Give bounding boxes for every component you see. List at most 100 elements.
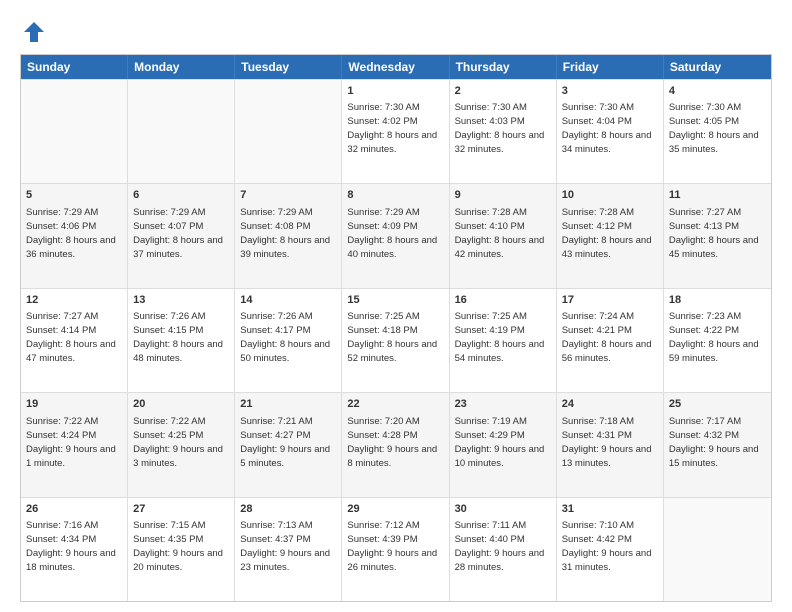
- cal-cell-0-1: [128, 80, 235, 183]
- cell-text: Sunrise: 7:29 AM Sunset: 4:06 PM Dayligh…: [26, 207, 116, 260]
- cell-text: Sunrise: 7:10 AM Sunset: 4:42 PM Dayligh…: [562, 520, 652, 573]
- cal-row-3: 19 Sunrise: 7:22 AM Sunset: 4:24 PM Dayli…: [21, 392, 771, 496]
- day-number: 26: [26, 502, 122, 517]
- cal-cell-4-5: 31Sunrise: 7:10 AM Sunset: 4:42 PM Dayli…: [557, 498, 664, 601]
- day-number: 18: [669, 293, 766, 308]
- day-number: 4: [669, 84, 766, 99]
- day-number: 22: [347, 397, 443, 412]
- cell-text: Sunrise: 7:21 AM Sunset: 4:27 PM Dayligh…: [240, 416, 330, 469]
- cell-text: Sunrise: 7:30 AM Sunset: 4:02 PM Dayligh…: [347, 102, 437, 155]
- cell-text: Sunrise: 7:24 AM Sunset: 4:21 PM Dayligh…: [562, 311, 652, 364]
- day-number: 6: [133, 188, 229, 203]
- cell-text: Sunrise: 7:23 AM Sunset: 4:22 PM Dayligh…: [669, 311, 759, 364]
- day-number: 9: [455, 188, 551, 203]
- day-number: 29: [347, 502, 443, 517]
- day-number: 8: [347, 188, 443, 203]
- cal-row-0: 1 Sunrise: 7:30 AM Sunset: 4:02 PM Daylig…: [21, 79, 771, 183]
- calendar: SundayMondayTuesdayWednesdayThursdayFrid…: [20, 54, 772, 602]
- header-day-monday: Monday: [128, 55, 235, 79]
- cal-cell-2-3: 15 Sunrise: 7:25 AM Sunset: 4:18 PM Dayli…: [342, 289, 449, 392]
- cell-text: Sunrise: 7:19 AM Sunset: 4:29 PM Dayligh…: [455, 416, 545, 469]
- header: [20, 18, 772, 46]
- day-number: 3: [562, 84, 658, 99]
- cell-text: Sunrise: 7:27 AM Sunset: 4:13 PM Dayligh…: [669, 207, 759, 260]
- day-number: 2: [455, 84, 551, 99]
- day-number: 15: [347, 293, 443, 308]
- cal-row-4: 26 Sunrise: 7:16 AM Sunset: 4:34 PM Dayli…: [21, 497, 771, 601]
- cell-text: Sunrise: 7:29 AM Sunset: 4:08 PM Dayligh…: [240, 207, 330, 260]
- cal-cell-3-6: 25 Sunrise: 7:17 AM Sunset: 4:32 PM Dayli…: [664, 393, 771, 496]
- day-number: 1: [347, 84, 443, 99]
- page: SundayMondayTuesdayWednesdayThursdayFrid…: [0, 0, 792, 612]
- cell-text: Sunrise: 7:11 AM Sunset: 4:40 PM Dayligh…: [455, 520, 545, 573]
- cal-cell-4-6: [664, 498, 771, 601]
- cell-text: Sunrise: 7:26 AM Sunset: 4:17 PM Dayligh…: [240, 311, 330, 364]
- cell-text: Sunrise: 7:22 AM Sunset: 4:24 PM Dayligh…: [26, 416, 116, 469]
- day-number: 28: [240, 502, 336, 517]
- day-number: 16: [455, 293, 551, 308]
- cal-cell-0-5: 3Sunrise: 7:30 AM Sunset: 4:04 PM Daylig…: [557, 80, 664, 183]
- day-number: 20: [133, 397, 229, 412]
- day-number: 25: [669, 397, 766, 412]
- cal-cell-2-6: 18 Sunrise: 7:23 AM Sunset: 4:22 PM Dayli…: [664, 289, 771, 392]
- cal-cell-1-0: 5 Sunrise: 7:29 AM Sunset: 4:06 PM Daylig…: [21, 184, 128, 287]
- day-number: 24: [562, 397, 658, 412]
- cal-cell-2-4: 16 Sunrise: 7:25 AM Sunset: 4:19 PM Dayli…: [450, 289, 557, 392]
- header-day-friday: Friday: [557, 55, 664, 79]
- day-number: 27: [133, 502, 229, 517]
- cell-text: Sunrise: 7:17 AM Sunset: 4:32 PM Dayligh…: [669, 416, 759, 469]
- day-number: 19: [26, 397, 122, 412]
- logo: [20, 18, 52, 46]
- cell-text: Sunrise: 7:16 AM Sunset: 4:34 PM Dayligh…: [26, 520, 116, 573]
- cal-cell-0-3: 1 Sunrise: 7:30 AM Sunset: 4:02 PM Daylig…: [342, 80, 449, 183]
- cal-cell-2-2: 14 Sunrise: 7:26 AM Sunset: 4:17 PM Dayli…: [235, 289, 342, 392]
- cal-cell-1-2: 7 Sunrise: 7:29 AM Sunset: 4:08 PM Daylig…: [235, 184, 342, 287]
- cell-text: Sunrise: 7:25 AM Sunset: 4:18 PM Dayligh…: [347, 311, 437, 364]
- cal-cell-0-4: 2 Sunrise: 7:30 AM Sunset: 4:03 PM Daylig…: [450, 80, 557, 183]
- cal-cell-4-0: 26 Sunrise: 7:16 AM Sunset: 4:34 PM Dayli…: [21, 498, 128, 601]
- cal-cell-4-4: 30 Sunrise: 7:11 AM Sunset: 4:40 PM Dayli…: [450, 498, 557, 601]
- header-day-thursday: Thursday: [450, 55, 557, 79]
- cal-cell-2-5: 17Sunrise: 7:24 AM Sunset: 4:21 PM Dayli…: [557, 289, 664, 392]
- cell-text: Sunrise: 7:29 AM Sunset: 4:07 PM Dayligh…: [133, 207, 223, 260]
- day-number: 7: [240, 188, 336, 203]
- cal-cell-0-0: [21, 80, 128, 183]
- cal-cell-3-4: 23 Sunrise: 7:19 AM Sunset: 4:29 PM Dayli…: [450, 393, 557, 496]
- day-number: 10: [562, 188, 658, 203]
- cal-cell-1-6: 11 Sunrise: 7:27 AM Sunset: 4:13 PM Dayli…: [664, 184, 771, 287]
- cal-cell-3-1: 20Sunrise: 7:22 AM Sunset: 4:25 PM Dayli…: [128, 393, 235, 496]
- cell-text: Sunrise: 7:29 AM Sunset: 4:09 PM Dayligh…: [347, 207, 437, 260]
- cell-text: Sunrise: 7:12 AM Sunset: 4:39 PM Dayligh…: [347, 520, 437, 573]
- cal-row-2: 12 Sunrise: 7:27 AM Sunset: 4:14 PM Dayli…: [21, 288, 771, 392]
- day-number: 12: [26, 293, 122, 308]
- cell-text: Sunrise: 7:26 AM Sunset: 4:15 PM Dayligh…: [133, 311, 223, 364]
- cal-cell-3-2: 21 Sunrise: 7:21 AM Sunset: 4:27 PM Dayli…: [235, 393, 342, 496]
- cell-text: Sunrise: 7:27 AM Sunset: 4:14 PM Dayligh…: [26, 311, 116, 364]
- cal-cell-4-1: 27 Sunrise: 7:15 AM Sunset: 4:35 PM Dayli…: [128, 498, 235, 601]
- day-number: 14: [240, 293, 336, 308]
- cell-text: Sunrise: 7:30 AM Sunset: 4:03 PM Dayligh…: [455, 102, 545, 155]
- cal-cell-3-3: 22 Sunrise: 7:20 AM Sunset: 4:28 PM Dayli…: [342, 393, 449, 496]
- cell-text: Sunrise: 7:20 AM Sunset: 4:28 PM Dayligh…: [347, 416, 437, 469]
- cell-text: Sunrise: 7:28 AM Sunset: 4:12 PM Dayligh…: [562, 207, 652, 260]
- header-day-sunday: Sunday: [21, 55, 128, 79]
- day-number: 21: [240, 397, 336, 412]
- cal-cell-1-1: 6 Sunrise: 7:29 AM Sunset: 4:07 PM Daylig…: [128, 184, 235, 287]
- cell-text: Sunrise: 7:28 AM Sunset: 4:10 PM Dayligh…: [455, 207, 545, 260]
- day-number: 5: [26, 188, 122, 203]
- cal-row-1: 5 Sunrise: 7:29 AM Sunset: 4:06 PM Daylig…: [21, 183, 771, 287]
- cell-text: Sunrise: 7:15 AM Sunset: 4:35 PM Dayligh…: [133, 520, 223, 573]
- day-number: 30: [455, 502, 551, 517]
- cal-cell-3-5: 24 Sunrise: 7:18 AM Sunset: 4:31 PM Dayli…: [557, 393, 664, 496]
- cal-cell-1-3: 8 Sunrise: 7:29 AM Sunset: 4:09 PM Daylig…: [342, 184, 449, 287]
- cal-cell-3-0: 19 Sunrise: 7:22 AM Sunset: 4:24 PM Dayli…: [21, 393, 128, 496]
- day-number: 11: [669, 188, 766, 203]
- cell-text: Sunrise: 7:25 AM Sunset: 4:19 PM Dayligh…: [455, 311, 545, 364]
- cell-text: Sunrise: 7:30 AM Sunset: 4:05 PM Dayligh…: [669, 102, 759, 155]
- cal-cell-4-3: 29 Sunrise: 7:12 AM Sunset: 4:39 PM Dayli…: [342, 498, 449, 601]
- day-number: 23: [455, 397, 551, 412]
- cell-text: Sunrise: 7:18 AM Sunset: 4:31 PM Dayligh…: [562, 416, 652, 469]
- cell-text: Sunrise: 7:13 AM Sunset: 4:37 PM Dayligh…: [240, 520, 330, 573]
- header-day-tuesday: Tuesday: [235, 55, 342, 79]
- cal-cell-1-5: 10 Sunrise: 7:28 AM Sunset: 4:12 PM Dayli…: [557, 184, 664, 287]
